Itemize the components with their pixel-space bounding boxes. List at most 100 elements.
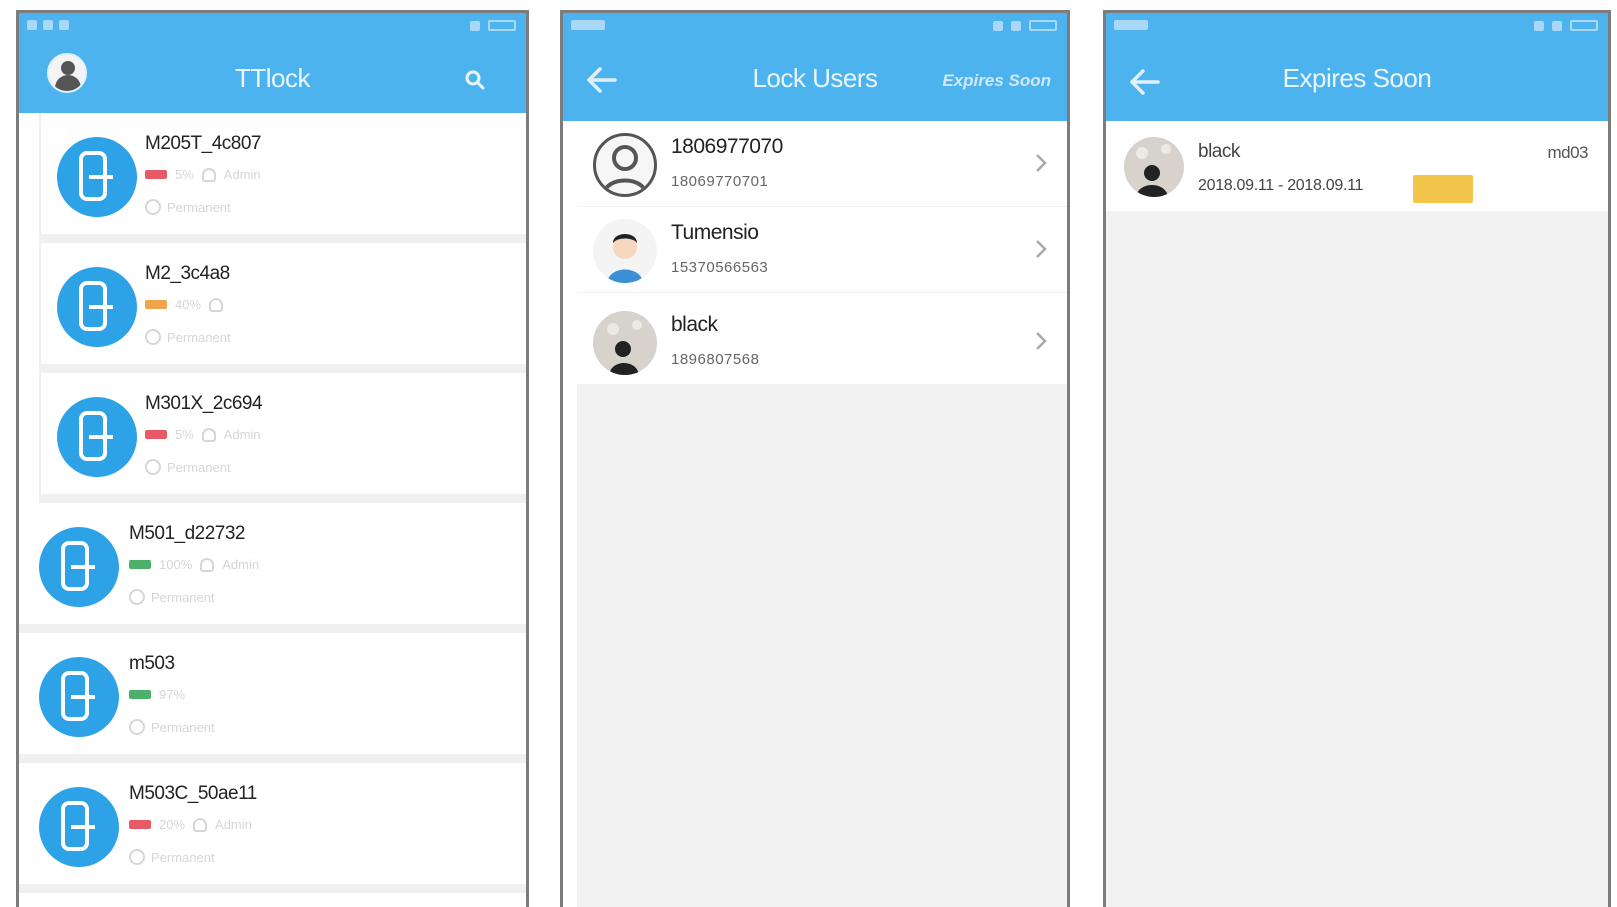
chevron-right-icon [1036, 154, 1047, 172]
user-phone: 1896807568 [671, 351, 760, 368]
empty-area [577, 385, 1067, 907]
clock-icon [145, 329, 161, 345]
app-header: Lock Users Expires Soon [563, 41, 1067, 121]
signal-icon [470, 20, 480, 31]
lock-list: M205T_4c807 5% Admin Permanent M2_3c4a8 4… [19, 113, 526, 893]
role-label: Admin [222, 557, 260, 572]
lock-name: M503C_50ae11 [129, 783, 257, 804]
lock-validity: Permanent [129, 589, 215, 605]
lock-meta: 5% Admin [145, 427, 261, 442]
wifi-icon [1552, 20, 1562, 31]
photo-avatar [593, 311, 657, 375]
user-icon [200, 557, 215, 572]
lock-icon [39, 527, 119, 607]
signal-icon [993, 20, 1003, 31]
battery-icon [129, 560, 151, 569]
battery-icon [129, 820, 151, 829]
validity-label: Permanent [167, 329, 231, 345]
user-name: black [671, 313, 718, 336]
battery-icon [129, 690, 151, 699]
battery-icon [145, 170, 167, 179]
status-bar [19, 13, 526, 41]
battery-icon [488, 20, 516, 31]
user-row[interactable]: 1806977070 18069770701 [577, 121, 1067, 207]
status-bar [563, 13, 1067, 41]
lock-item[interactable]: M205T_4c807 5% Admin Permanent [39, 113, 526, 243]
user-name: Tumensio [671, 221, 759, 244]
lock-validity: Permanent [145, 329, 231, 345]
battery-icon [1029, 20, 1057, 31]
lock-item[interactable]: m503 97% Permanent [19, 633, 526, 763]
role-label: Admin [215, 817, 252, 832]
lock-meta: 97% [129, 687, 185, 702]
expire-badge [1413, 175, 1473, 203]
page-title: Expires Soon [1282, 63, 1432, 93]
user-icon [193, 817, 208, 832]
battery-level: 100% [159, 557, 193, 572]
lock-icon [57, 137, 137, 217]
user-name: black [1198, 141, 1240, 162]
cartoon-avatar [593, 219, 657, 283]
validity-label: Permanent [167, 459, 231, 475]
search-icon[interactable] [464, 69, 486, 91]
user-icon [201, 167, 216, 182]
clock-icon [145, 459, 161, 475]
battery-level: 5% [175, 427, 194, 442]
lock-icon [57, 267, 137, 347]
lock-validity: Permanent [129, 719, 215, 735]
battery-icon [1570, 20, 1598, 31]
lock-name: M205T_4c807 [145, 133, 261, 154]
wifi-icon [59, 20, 69, 30]
carrier-icon [1114, 20, 1148, 30]
validity-label: Permanent [151, 849, 215, 865]
user-icon [201, 427, 216, 442]
user-row[interactable]: Tumensio 15370566563 [577, 207, 1067, 293]
lock-meta: 20% Admin [129, 817, 252, 832]
battery-icon [145, 430, 167, 439]
lock-icon [39, 787, 119, 867]
battery-icon [145, 300, 167, 309]
clock-icon [129, 849, 145, 865]
validity-label: Permanent [151, 719, 215, 735]
lock-icon [39, 657, 119, 737]
expires-soon-button[interactable]: Expires Soon [942, 71, 1051, 91]
user-row[interactable]: black 1896807568 [577, 299, 1067, 385]
status-bar [1106, 13, 1608, 41]
lock-icon [57, 397, 137, 477]
clock-icon [129, 589, 145, 605]
validity-label: Permanent [167, 199, 231, 215]
validity-label: Permanent [151, 589, 215, 605]
battery-level: 20% [159, 817, 186, 832]
page-title: TTlock [235, 63, 311, 93]
expiring-user-row[interactable]: black 2018.09.11 - 2018.09.11 md03 [1106, 121, 1608, 211]
lock-validity: Permanent [129, 849, 215, 865]
chevron-right-icon [1036, 240, 1047, 258]
lock-item[interactable]: M503C_50ae11 20% Admin Permanent [19, 763, 526, 893]
role-label: Admin [223, 167, 261, 182]
clock-icon [129, 719, 145, 735]
expires-soon-screen: Expires Soon black 2018.09.11 - 2018.09.… [1103, 10, 1611, 907]
battery-level: 40% [175, 297, 202, 312]
lock-meta: 5% Admin [145, 167, 261, 182]
app-header: TTlock [19, 41, 526, 113]
battery-level: 5% [175, 167, 194, 182]
user-name: 1806977070 [671, 135, 783, 158]
carrier-icon [571, 20, 605, 30]
signal-icon [43, 20, 53, 30]
lock-meta: 100% Admin [129, 557, 259, 572]
lock-name: M501_d22732 [129, 523, 246, 544]
lock-item[interactable]: M2_3c4a8 40% Permanent [39, 243, 526, 373]
user-phone: 15370566563 [671, 259, 769, 276]
validity-dates: 2018.09.11 - 2018.09.11 [1198, 177, 1364, 194]
lock-validity: Permanent [145, 199, 231, 215]
lock-name: M301X_2c694 [145, 393, 263, 414]
lock-item[interactable]: M501_d22732 100% Admin Permanent [19, 503, 526, 633]
user-icon [209, 297, 224, 312]
wifi-icon [1011, 20, 1021, 31]
photo-avatar [1124, 137, 1184, 197]
lock-list-screen: TTlock M205T_4c807 5% Admin Permanent M2_… [16, 10, 529, 907]
role-label: Admin [223, 427, 261, 442]
app-header: Expires Soon [1106, 41, 1608, 121]
lock-item[interactable]: M301X_2c694 5% Admin Permanent [39, 373, 526, 503]
user-list: 1806977070 18069770701 Tumensio 15370566… [577, 121, 1067, 907]
